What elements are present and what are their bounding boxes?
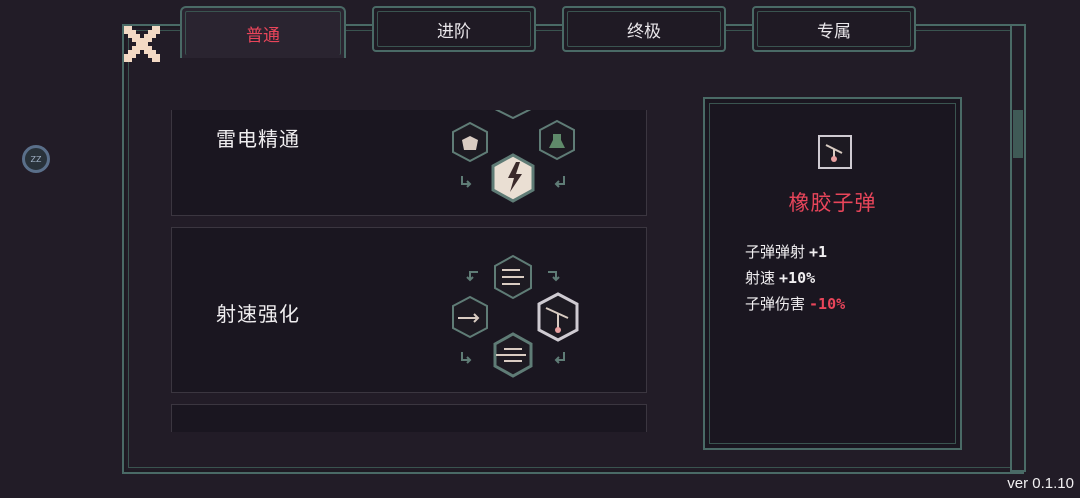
upgrade-card-title: 射速强化: [216, 302, 300, 326]
tab-normal[interactable]: 普通: [180, 6, 346, 58]
stat-value: -10%: [809, 295, 846, 313]
side-toggle-button[interactable]: ZZ: [22, 145, 50, 173]
tab-exclusive[interactable]: 专属: [752, 6, 916, 52]
item-detail-panel: 橡胶子弹 子弹弹射 +1 射速 +10% 子弹伤害 -10%: [703, 97, 962, 450]
scrollbar-thumb[interactable]: [1013, 110, 1023, 158]
tab-label: 终极: [627, 21, 661, 42]
item-stats: 子弹弹射 +1 射速 +10% 子弹伤害 -10%: [745, 239, 845, 317]
arrow-icon: [554, 352, 565, 364]
upgrade-card-next[interactable]: [171, 404, 647, 432]
tab-advanced[interactable]: 进阶: [372, 6, 536, 52]
arrow-icon: [461, 352, 472, 364]
arrow-icon: [548, 271, 560, 282]
upgrade-card-title: 雷电精通: [216, 127, 300, 151]
stat-value: +10%: [779, 269, 816, 287]
arrow-icon: [554, 176, 565, 188]
arrow-icon: [461, 176, 472, 188]
close-icon[interactable]: [124, 26, 160, 62]
stat-label: 射速: [745, 269, 776, 287]
side-toggle-label: ZZ: [30, 154, 42, 164]
tab-ultimate[interactable]: 终极: [562, 6, 726, 52]
fire-rate-upgrade-tree: [452, 254, 579, 378]
rubber-bullet-icon: [818, 135, 852, 169]
stat-value: +1: [809, 243, 828, 261]
tab-label: 普通: [246, 25, 280, 46]
arrow-icon: [466, 271, 478, 282]
lightning-upgrade-tree: [452, 110, 575, 203]
tab-label: 进阶: [437, 21, 471, 42]
version-label: ver 0.1.10: [1007, 475, 1074, 492]
item-name: 橡胶子弹: [788, 191, 877, 215]
stat-label: 子弹弹射: [745, 243, 806, 261]
stat-row: 子弹伤害 -10%: [745, 291, 845, 317]
stat-row: 射速 +10%: [745, 265, 845, 291]
stat-row: 子弹弹射 +1: [745, 239, 845, 265]
scrollbar-track[interactable]: [1010, 24, 1026, 472]
stat-label: 子弹伤害: [745, 295, 806, 313]
tab-label: 专属: [817, 21, 851, 42]
